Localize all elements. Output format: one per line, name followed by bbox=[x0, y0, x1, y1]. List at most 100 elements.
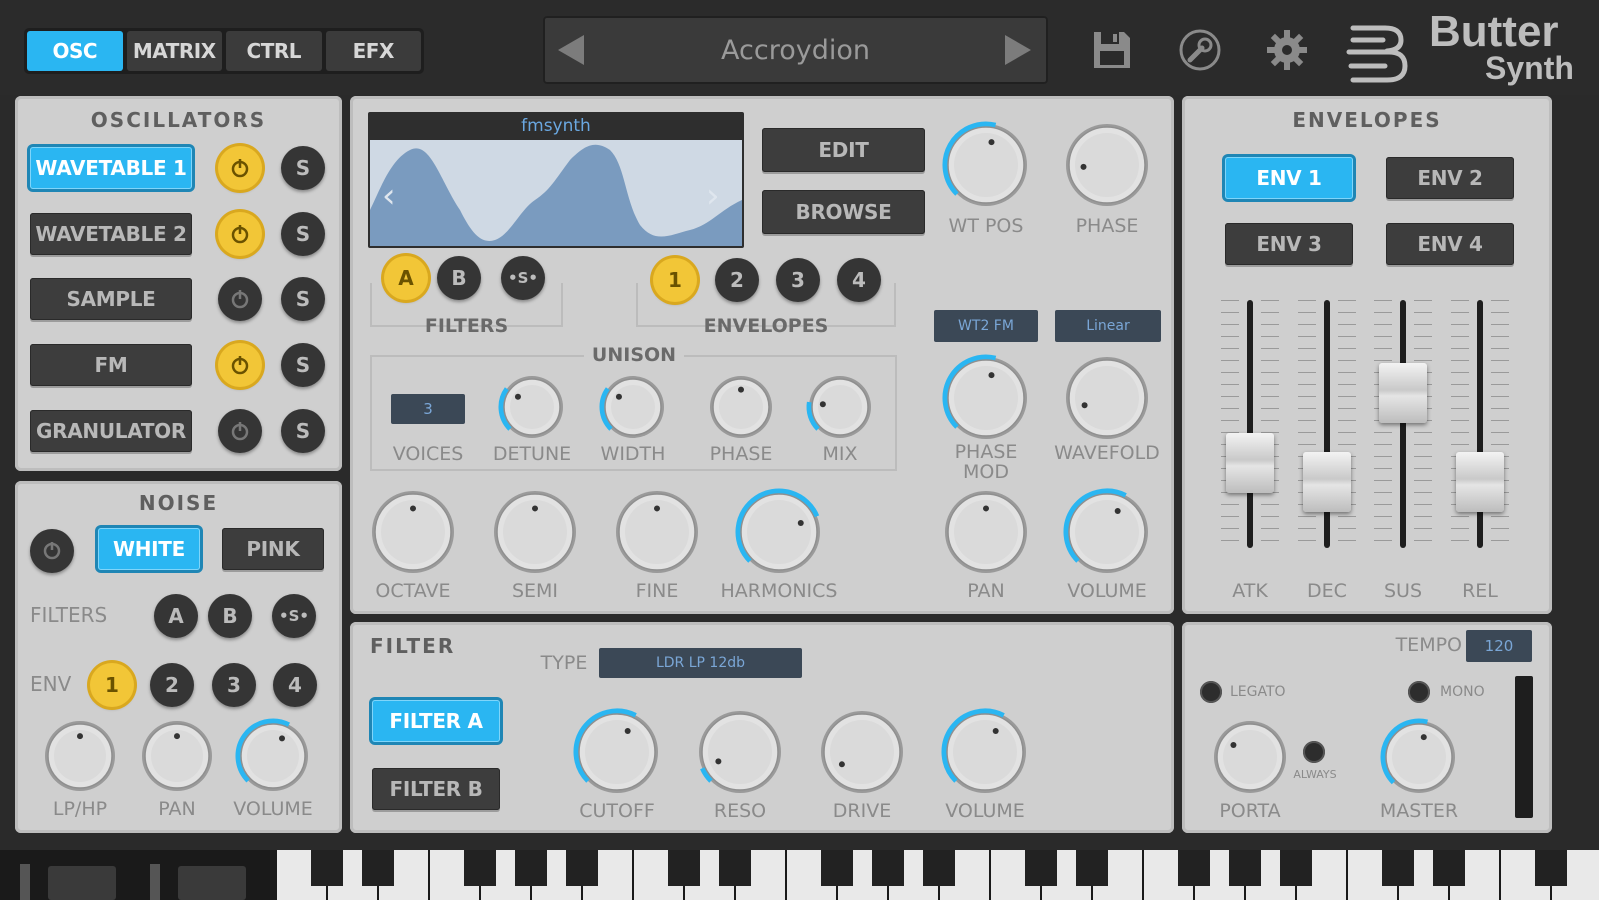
mode-select[interactable]: Linear bbox=[1055, 310, 1161, 342]
osc-env-4[interactable]: 4 bbox=[837, 258, 881, 302]
tempo-readout[interactable]: 120 bbox=[1466, 630, 1532, 662]
filter-knob-drive[interactable] bbox=[817, 707, 907, 797]
unison-knob-mix[interactable] bbox=[805, 372, 875, 442]
piano-black-key[interactable] bbox=[362, 850, 394, 886]
env-2-button[interactable]: ENV 2 bbox=[1386, 157, 1514, 199]
noise-filter-serial[interactable]: •S• bbox=[272, 594, 316, 638]
piano-black-key[interactable] bbox=[821, 850, 853, 886]
piano-black-key[interactable] bbox=[1535, 850, 1567, 886]
oscillator-1-solo[interactable]: S bbox=[281, 146, 325, 190]
oscillator-4-button[interactable]: FM bbox=[30, 344, 192, 386]
tab-osc[interactable]: OSC bbox=[27, 31, 123, 71]
env-slider-handle-dec[interactable] bbox=[1303, 451, 1351, 512]
save-button[interactable] bbox=[1087, 25, 1137, 75]
knob-harmonics[interactable] bbox=[734, 487, 824, 577]
piano-black-key[interactable] bbox=[1178, 850, 1210, 886]
oscillator-3-button[interactable]: SAMPLE bbox=[30, 278, 192, 320]
piano-black-key[interactable] bbox=[515, 850, 547, 886]
edit-button[interactable]: EDIT bbox=[762, 128, 925, 172]
oscillator-5-solo[interactable]: S bbox=[281, 409, 325, 453]
unison-knob-width[interactable] bbox=[598, 372, 668, 442]
oscillator-3-solo[interactable]: S bbox=[281, 277, 325, 321]
previous-preset-button[interactable] bbox=[551, 30, 591, 70]
voices-readout[interactable]: 3 bbox=[391, 394, 465, 424]
knob-octave[interactable] bbox=[368, 487, 458, 577]
piano-black-key[interactable] bbox=[719, 850, 751, 886]
oscillator-4-solo[interactable]: S bbox=[281, 343, 325, 387]
osc-pan-knob[interactable] bbox=[941, 487, 1031, 577]
osc-env-1[interactable]: 1 bbox=[653, 258, 697, 302]
env-slider-handle-rel[interactable] bbox=[1456, 451, 1504, 512]
piano-black-key[interactable] bbox=[311, 850, 343, 886]
unison-knob-phase[interactable] bbox=[706, 372, 776, 442]
oscillator-2-power[interactable] bbox=[218, 212, 262, 256]
master-knob[interactable] bbox=[1379, 717, 1459, 797]
oscillator-1-button[interactable]: WAVETABLE 1 bbox=[30, 147, 192, 189]
oscillator-3-power[interactable] bbox=[218, 277, 262, 321]
browse-button[interactable]: BROWSE bbox=[762, 190, 925, 234]
oscillator-2-solo[interactable]: S bbox=[281, 212, 325, 256]
noise-env-4[interactable]: 4 bbox=[273, 663, 317, 707]
osc-volume-knob[interactable] bbox=[1062, 487, 1152, 577]
noise-knob-volume[interactable] bbox=[234, 717, 312, 795]
oscillator-5-button[interactable]: GRANULATOR bbox=[30, 410, 192, 452]
phase-knob[interactable] bbox=[1062, 120, 1152, 210]
wavetable-prev-icon[interactable]: ‹ bbox=[382, 176, 396, 216]
filter-a-button[interactable]: FILTER A bbox=[372, 700, 500, 742]
tab-ctrl[interactable]: CTRL bbox=[226, 31, 322, 71]
noise-knob-pan[interactable] bbox=[138, 717, 216, 795]
piano-black-key[interactable] bbox=[1025, 850, 1057, 886]
osc-env-3[interactable]: 3 bbox=[776, 258, 820, 302]
osc-env-2[interactable]: 2 bbox=[715, 258, 759, 302]
oscillator-2-button[interactable]: WAVETABLE 2 bbox=[30, 213, 192, 255]
filter-type-select[interactable]: LDR LP 12db bbox=[599, 648, 802, 678]
piano-black-key[interactable] bbox=[1076, 850, 1108, 886]
wavetable-next-icon[interactable]: › bbox=[706, 176, 720, 216]
piano-black-key[interactable] bbox=[1433, 850, 1465, 886]
noise-filter-b[interactable]: B bbox=[208, 594, 252, 638]
preset-name[interactable]: Accroydion bbox=[603, 16, 988, 84]
oscillator-4-power[interactable] bbox=[218, 343, 262, 387]
filter-b-button[interactable]: FILTER B bbox=[372, 768, 500, 810]
legato-toggle[interactable] bbox=[1200, 681, 1222, 703]
mod-wheel[interactable] bbox=[178, 866, 246, 900]
mono-toggle[interactable] bbox=[1408, 681, 1430, 703]
noise-knob-lphp[interactable] bbox=[41, 717, 119, 795]
env-1-button[interactable]: ENV 1 bbox=[1225, 157, 1353, 199]
osc-filter-b[interactable]: B bbox=[437, 256, 481, 300]
noise-filter-a[interactable]: A bbox=[154, 594, 198, 638]
wavetable-name[interactable]: fmsynth bbox=[368, 112, 744, 140]
wt-pos-knob[interactable] bbox=[941, 120, 1031, 210]
osc-filter-serial[interactable]: •S• bbox=[501, 256, 545, 300]
tab-efx[interactable]: EFX bbox=[325, 31, 421, 71]
knob-fine[interactable] bbox=[612, 487, 702, 577]
piano-black-key[interactable] bbox=[872, 850, 904, 886]
noise-power[interactable] bbox=[30, 529, 74, 573]
noise-env-2[interactable]: 2 bbox=[150, 663, 194, 707]
always-toggle[interactable] bbox=[1303, 741, 1325, 763]
pink-noise-button[interactable]: PINK bbox=[222, 528, 324, 570]
oscillator-5-power[interactable] bbox=[218, 409, 262, 453]
piano-black-key[interactable] bbox=[464, 850, 496, 886]
piano-black-key[interactable] bbox=[566, 850, 598, 886]
piano-black-key[interactable] bbox=[1229, 850, 1261, 886]
wavefold-knob[interactable] bbox=[1062, 353, 1152, 443]
wt-fm-select[interactable]: WT2 FM bbox=[934, 310, 1038, 342]
porta-knob[interactable] bbox=[1210, 717, 1290, 797]
phase-mod-knob[interactable] bbox=[941, 353, 1031, 443]
pitch-wheel[interactable] bbox=[48, 866, 116, 900]
oscillator-1-power[interactable] bbox=[218, 146, 262, 190]
settings-button[interactable] bbox=[1262, 25, 1312, 75]
next-preset-button[interactable] bbox=[998, 30, 1038, 70]
knob-semi[interactable] bbox=[490, 487, 580, 577]
tab-matrix[interactable]: MATRIX bbox=[126, 31, 222, 71]
osc-filter-a[interactable]: A bbox=[384, 256, 428, 300]
unison-knob-detune[interactable] bbox=[497, 372, 567, 442]
filter-knob-reso[interactable] bbox=[695, 707, 785, 797]
env-slider-track-sus[interactable] bbox=[1400, 300, 1406, 548]
filter-knob-cutoff[interactable] bbox=[572, 707, 662, 797]
piano-black-key[interactable] bbox=[923, 850, 955, 886]
filter-knob-volume[interactable] bbox=[940, 707, 1030, 797]
env-4-button[interactable]: ENV 4 bbox=[1386, 223, 1514, 265]
white-noise-button[interactable]: WHITE bbox=[98, 528, 200, 570]
